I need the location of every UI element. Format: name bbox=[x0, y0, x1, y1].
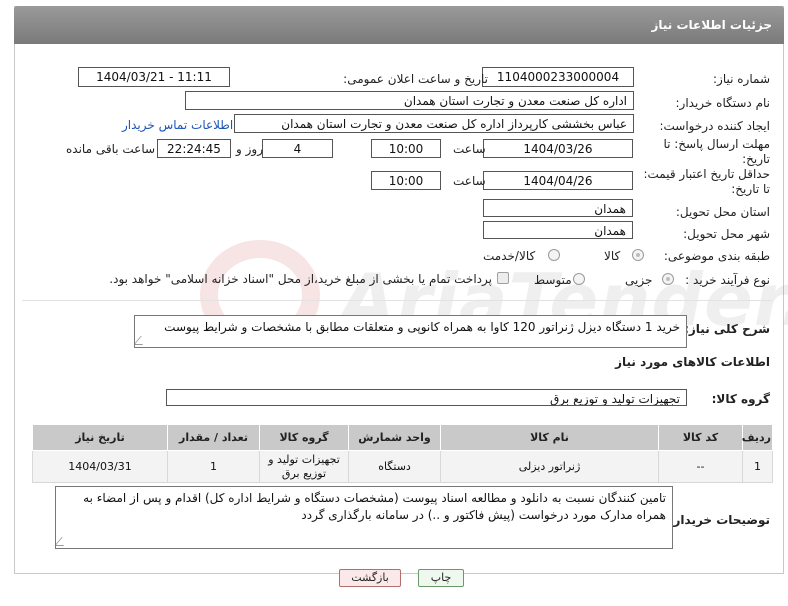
delivery-city-label: شهر محل تحویل: bbox=[683, 227, 770, 241]
treasury-payment-note: پرداخت تمام یا بخشی از مبلغ خرید،از محل … bbox=[109, 272, 492, 286]
category-goods-service-radio[interactable] bbox=[548, 249, 560, 261]
price-validity-time-field[interactable]: 10:00 bbox=[371, 171, 441, 190]
goods-group-label: گروه کالا: bbox=[711, 392, 770, 406]
back-button[interactable]: بازگشت bbox=[339, 569, 401, 587]
print-button[interactable]: چاپ bbox=[418, 569, 464, 587]
description-label: شرح کلی نیاز: bbox=[684, 322, 770, 336]
buyer-notes-textarea[interactable]: تامین کنندگان نسبت به دانلود و مطالعه اس… bbox=[55, 486, 673, 549]
announce-datetime-label: تاریخ و ساعت اعلان عمومی: bbox=[343, 72, 488, 86]
goods-group-field[interactable]: تجهیزات تولید و توزیع برق bbox=[166, 389, 687, 406]
cell-row-number: 1 bbox=[742, 450, 773, 483]
cell-need-date: 1404/03/31 bbox=[32, 450, 168, 483]
requester-label: ایجاد کننده درخواست: bbox=[659, 119, 770, 133]
col-item-name: نام کالا bbox=[440, 424, 659, 451]
resize-grip-icon[interactable] bbox=[56, 537, 71, 546]
page-title: جزئیات اطلاعات نیاز bbox=[14, 6, 784, 44]
goods-table: ردیف کد کالا نام کالا واحد شمارش گروه کا… bbox=[32, 424, 773, 483]
remaining-time-label: ساعت باقی مانده bbox=[66, 142, 156, 156]
purchase-type-medium-label: متوسط bbox=[534, 273, 572, 287]
col-quantity: تعداد / مقدار bbox=[167, 424, 260, 451]
remaining-days-field[interactable]: 4 bbox=[262, 139, 333, 158]
col-row-number: ردیف bbox=[742, 424, 773, 451]
treasury-payment-checkbox[interactable] bbox=[497, 272, 509, 284]
col-need-date: تاریخ نیاز bbox=[32, 424, 168, 451]
requester-field[interactable]: عباس بخششی کارپرداز اداره کل صنعت معدن و… bbox=[234, 114, 634, 133]
cell-quantity: 1 bbox=[167, 450, 260, 483]
purchase-type-minor-label: جزیی bbox=[625, 273, 653, 287]
goods-section-title: اطلاعات کالاهای مورد نیاز bbox=[615, 355, 770, 369]
description-textarea[interactable]: خرید 1 دستگاه دیزل ژنراتور 120 کاوا به ه… bbox=[134, 315, 687, 348]
announce-datetime-field[interactable]: 1404/03/21 - 11:11 bbox=[78, 67, 230, 87]
table-row: 1 -- ژنراتور دیزلی دستگاه تجهیزات تولید … bbox=[32, 450, 773, 483]
cell-unit: دستگاه bbox=[348, 450, 441, 483]
category-goods-radio[interactable] bbox=[632, 249, 644, 261]
cell-item-name: ژنراتور دیزلی bbox=[440, 450, 659, 483]
reply-deadline-time-label: ساعت bbox=[453, 142, 486, 156]
purchase-type-label: نوع فرآیند خرید : bbox=[685, 273, 770, 287]
need-number-label: شماره نیاز: bbox=[713, 72, 770, 86]
price-validity-label-2: تا تاریخ: bbox=[731, 182, 770, 196]
delivery-city-field[interactable]: همدان bbox=[483, 221, 633, 239]
reply-deadline-date-field[interactable]: 1404/03/26 bbox=[483, 139, 633, 158]
reply-deadline-label-2: تاریخ: bbox=[742, 152, 770, 166]
price-validity-date-field[interactable]: 1404/04/26 bbox=[483, 171, 633, 190]
purchase-type-minor-radio[interactable] bbox=[662, 273, 674, 285]
remaining-time-field[interactable]: 22:24:45 bbox=[157, 139, 231, 158]
divider bbox=[22, 300, 772, 301]
cell-group: تجهیزات تولید و توزیع برق bbox=[259, 450, 349, 483]
buyer-org-field[interactable]: اداره کل صنعت معدن و تجارت استان همدان bbox=[185, 91, 634, 110]
reply-deadline-time-field[interactable]: 10:00 bbox=[371, 139, 441, 158]
price-validity-label: حداقل تاریخ اعتبار قیمت: bbox=[643, 167, 770, 181]
category-goods-label: کالا bbox=[604, 249, 621, 263]
buyer-notes-label: توضیحات خریدار: bbox=[668, 513, 770, 527]
buyer-org-label: نام دستگاه خریدار: bbox=[675, 96, 771, 110]
cell-item-code: -- bbox=[658, 450, 743, 483]
description-text: خرید 1 دستگاه دیزل ژنراتور 120 کاوا به ه… bbox=[164, 320, 680, 334]
resize-grip-icon[interactable] bbox=[135, 336, 150, 345]
col-item-code: کد کالا bbox=[658, 424, 743, 451]
goods-table-header: ردیف کد کالا نام کالا واحد شمارش گروه کا… bbox=[32, 424, 773, 451]
category-label: طبقه بندی موضوعی: bbox=[663, 249, 770, 263]
reply-deadline-label: مهلت ارسال پاسخ: تا bbox=[663, 137, 770, 151]
purchase-type-medium-radio[interactable] bbox=[573, 273, 585, 285]
category-goods-service-label: کالا/خدمت bbox=[483, 249, 536, 263]
buyer-contact-link[interactable]: اطلاعات تماس خریدار bbox=[122, 118, 233, 132]
buyer-notes-text: تامین کنندگان نسبت به دانلود و مطالعه اس… bbox=[83, 491, 666, 522]
remaining-days-label: روز و bbox=[236, 142, 263, 156]
col-group: گروه کالا bbox=[259, 424, 349, 451]
need-number-field[interactable]: 1104000233000004 bbox=[482, 67, 634, 87]
price-validity-time-label: ساعت bbox=[453, 174, 486, 188]
delivery-province-label: استان محل تحویل: bbox=[675, 205, 770, 219]
col-unit: واحد شمارش bbox=[348, 424, 441, 451]
delivery-province-field[interactable]: همدان bbox=[483, 199, 633, 217]
